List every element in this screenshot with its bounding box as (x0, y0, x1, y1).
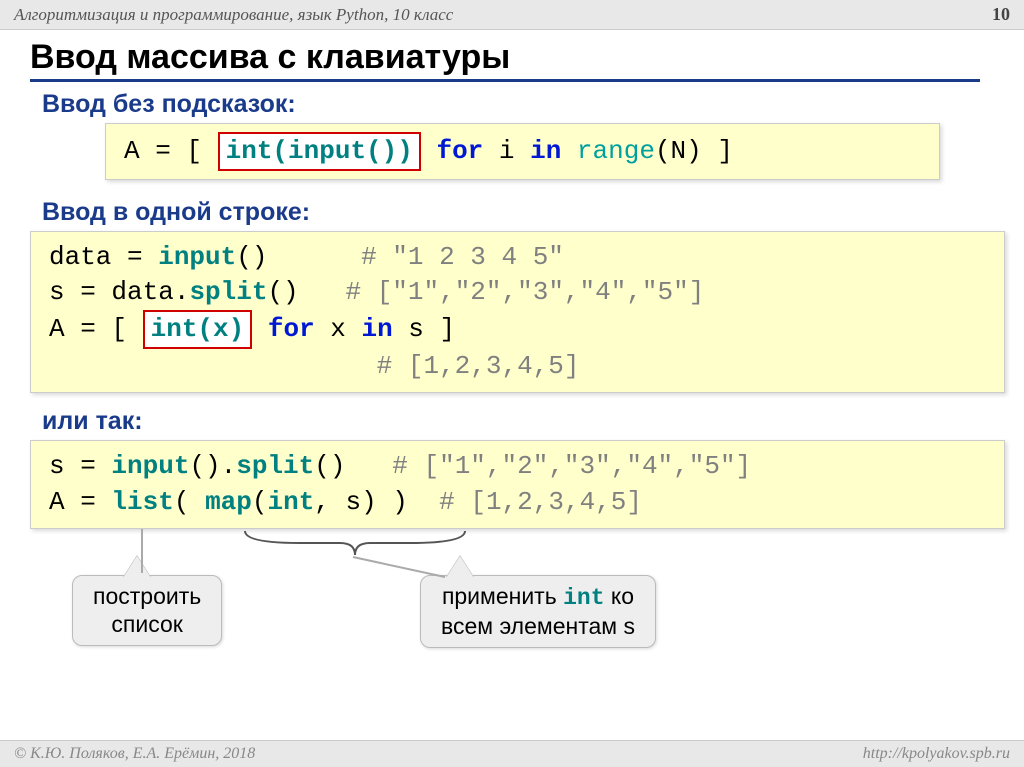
footer-right: http://kpolyakov.spb.ru (863, 745, 1010, 763)
callout-left: построить список (72, 575, 222, 647)
connector-icon (130, 529, 170, 579)
c3-line2: A = list( map(int, s) ) # [1,2,3,4,5] (49, 485, 990, 520)
footer-left: © К.Ю. Поляков, Е.А. Ерёмин, 2018 (14, 745, 255, 763)
header-label: Алгоритмизация и программирование, язык … (14, 5, 453, 25)
slide-footer: © К.Ю. Поляков, Е.А. Ерёмин, 2018 http:/… (0, 740, 1024, 767)
section2-label: Ввод в одной строке: (42, 198, 1024, 227)
c2-line3: A = [ int(x) for x in s ] (49, 310, 990, 349)
c1-for: for (436, 136, 483, 166)
c1-p1: A = [ (124, 136, 218, 166)
c1-highlight: int(input()) (218, 132, 421, 171)
c1-range: range (577, 136, 655, 166)
slide-header: Алгоритмизация и программирование, язык … (0, 0, 1024, 30)
codebox-1: A = [ int(input()) for i in range(N) ] (105, 123, 940, 180)
page-number: 10 (992, 4, 1010, 25)
c1-in: in (530, 136, 561, 166)
section3-label: или так: (42, 407, 1024, 436)
callouts-area: построить список применить int ко всем э… (0, 535, 1024, 655)
c2-line1: data = input() # "1 2 3 4 5" (49, 240, 990, 275)
c3-line1: s = input().split() # ["1","2","3","4","… (49, 449, 990, 484)
section1-label: Ввод без подсказок: (42, 90, 1024, 119)
c1-n: (N) ] (655, 136, 733, 166)
connector-icon-2 (345, 553, 465, 583)
callout-right: применить int ко всем элементам s (420, 575, 656, 649)
codebox-2: data = input() # "1 2 3 4 5" s = data.sp… (30, 231, 1005, 393)
c1-i: i (483, 136, 530, 166)
c2-line4: # [1,2,3,4,5] (49, 349, 990, 384)
page-title: Ввод массива с клавиатуры (30, 38, 980, 82)
c2-line2: s = data.split() # ["1","2","3","4","5"] (49, 275, 990, 310)
codebox-3: s = input().split() # ["1","2","3","4","… (30, 440, 1005, 528)
